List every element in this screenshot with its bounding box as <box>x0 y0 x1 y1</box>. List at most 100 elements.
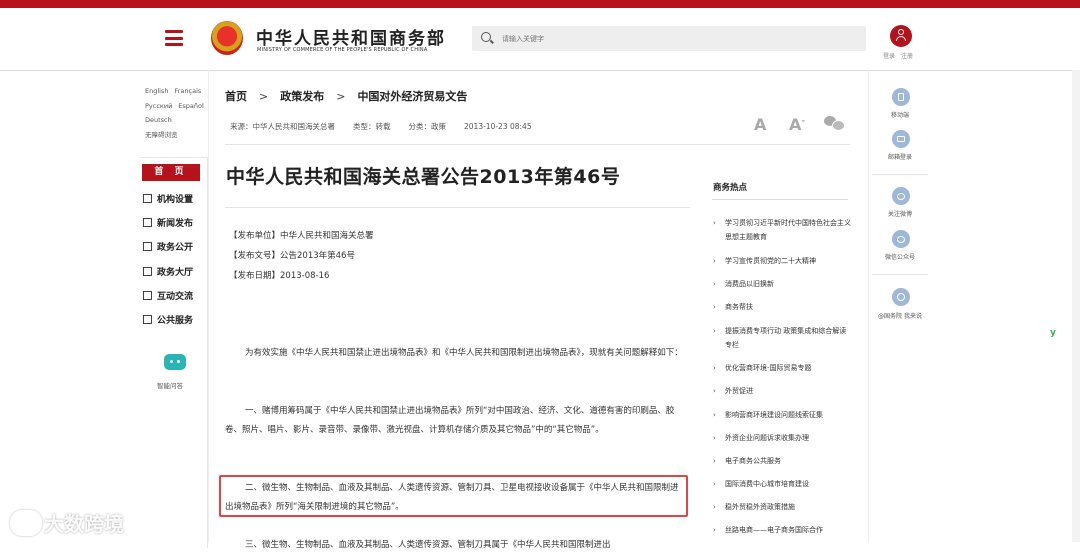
chevron-right-icon: › <box>713 526 716 534</box>
hot-item-label: 稳外贸稳外资政策措施 <box>725 503 795 511</box>
wechat-share-icon[interactable] <box>824 116 845 131</box>
breadcrumb-policy[interactable]: 政策发布 <box>280 90 324 103</box>
hot-item-label: 国际消费中心城市培育建设 <box>725 480 809 488</box>
hot-item-label: 外资企业问题诉求收集办理 <box>725 434 809 442</box>
publish-date: 【发布日期】2013-08-16 <box>229 271 330 281</box>
nav-label: 政务公开 <box>157 243 194 253</box>
search-icon[interactable] <box>481 32 491 42</box>
login-links: 登录 注册 <box>883 51 919 60</box>
font-decrease-button[interactable]: A- <box>789 115 805 134</box>
smart-qa-label[interactable]: 智能问答 <box>157 380 183 390</box>
menu-icon[interactable] <box>165 30 183 46</box>
service-icon <box>143 315 152 324</box>
nav-service-hall[interactable]: 政务大厅 <box>143 265 193 278</box>
chevron-right-icon: › <box>713 457 716 465</box>
hot-item-label: 影响营商环境建设问题线索征集 <box>725 411 823 419</box>
hot-item[interactable]: › 丝路电商——电子商务国际合作 <box>713 523 853 537</box>
site-logo-en: MINISTRY OF COMMERCE OF THE PEOPLE'S REP… <box>257 47 428 53</box>
nav-interaction[interactable]: 互动交流 <box>143 289 193 302</box>
top-red-bar <box>0 0 1080 8</box>
chevron-right-icon: › <box>713 387 716 395</box>
chevron-right-icon: > <box>259 90 269 103</box>
hot-item[interactable]: › 电子商务公共服务 <box>713 454 853 468</box>
hot-item[interactable]: › 提振消费专项行动 政策集成和综合解读专栏 <box>713 324 853 352</box>
weibo-icon[interactable] <box>892 187 910 205</box>
site-logo-cn[interactable]: 中华人民共和国商务部 <box>256 24 446 49</box>
lang-russian[interactable]: Русский <box>145 102 172 110</box>
ask-label[interactable]: @国务院 我来说 <box>870 311 930 320</box>
hot-item[interactable]: › 优化营商环境-国际贸易专题 <box>713 361 853 375</box>
nav-open-gov[interactable]: 政务公开 <box>143 240 193 253</box>
lang-spanish[interactable]: Español <box>178 102 204 110</box>
paragraph-3: 三、微生物、生物制品、血液及其制品、人类遗传资源、管制刀具属于《中华人民共和国限… <box>245 540 611 550</box>
divider <box>872 274 928 275</box>
assistant-y-icon[interactable]: y <box>1050 328 1056 338</box>
article-title: 中华人民共和国海关总署公告2013年第46号 <box>226 166 621 188</box>
site-header: 中华人民共和国商务部 MINISTRY OF COMMERCE OF THE P… <box>0 8 1080 71</box>
hall-icon <box>143 267 152 276</box>
breadcrumb-current[interactable]: 中国对外经济贸易文告 <box>357 90 467 103</box>
breadcrumb: 首页 > 政策发布 > 中国对外经济贸易文告 <box>225 88 467 104</box>
hot-item-label: 消费品以旧换新 <box>725 280 774 288</box>
hot-item[interactable]: › 外贸促进 <box>713 384 853 398</box>
nav-org[interactable]: 机构设置 <box>143 192 193 205</box>
nav-public-service[interactable]: 公共服务 <box>143 313 193 326</box>
chevron-right-icon: › <box>713 219 716 227</box>
paragraph-intro: 为有效实施《中华人民共和国禁止进出境物品表》和《中华人民共和国限制进出境物品表》… <box>245 348 683 358</box>
org-icon <box>143 194 152 203</box>
hot-item-label: 学习贯彻习近平新时代中国特色社会主义思想主题教育 <box>725 219 851 241</box>
chevron-right-icon: › <box>713 364 716 372</box>
watermark-text: 大数跨境 <box>44 512 124 536</box>
hot-item[interactable]: › 学习贯彻习近平新时代中国特色社会主义思想主题教育 <box>713 216 853 244</box>
hot-item[interactable]: › 外资企业问题诉求收集办理 <box>713 431 853 445</box>
chevron-right-icon: › <box>713 327 716 335</box>
font-increase-button[interactable]: A <box>754 115 766 134</box>
hot-item-label: 学习宣传贯彻党的二十大精神 <box>725 257 816 265</box>
doc-icon <box>143 242 152 251</box>
accessible-browse[interactable]: 无障碍浏览 <box>145 131 178 139</box>
lang-english[interactable]: English <box>145 87 168 95</box>
nav-home[interactable]: 首 页 <box>142 164 200 181</box>
mobile-icon[interactable] <box>892 88 910 106</box>
nav-news[interactable]: 新闻发布 <box>143 216 193 229</box>
meta-source: 来源：中华人民共和国海关总署 <box>230 122 335 131</box>
chevron-right-icon: › <box>713 480 716 488</box>
chevron-right-icon: › <box>713 303 716 311</box>
register-link[interactable]: 注册 <box>901 53 913 60</box>
user-icon[interactable] <box>890 25 912 47</box>
highlight-annotation <box>219 475 688 517</box>
login-link[interactable]: 登录 <box>883 53 895 60</box>
hot-item-label: 提振消费专项行动 政策集成和综合解读专栏 <box>725 327 847 349</box>
divider <box>712 199 848 200</box>
meta-type: 类型：转载 <box>353 122 391 131</box>
lang-german[interactable]: Deutsch <box>145 116 172 124</box>
chevron-right-icon: > <box>336 90 346 103</box>
divider <box>225 144 850 145</box>
mobile-label[interactable]: 移动端 <box>870 110 930 119</box>
hot-item[interactable]: › 学习宣传贯彻党的二十大精神 <box>713 254 853 268</box>
hot-item-label: 丝路电商——电子商务国际合作 <box>725 526 823 534</box>
chevron-right-icon: › <box>713 434 716 442</box>
hot-item-label: 电子商务公共服务 <box>725 457 781 465</box>
breadcrumb-home[interactable]: 首页 <box>225 90 247 103</box>
chevron-right-icon: › <box>713 257 716 265</box>
hot-item[interactable]: › 消费品以旧换新 <box>713 277 853 291</box>
search-input[interactable] <box>500 30 854 48</box>
weibo-label[interactable]: 关注微博 <box>870 209 930 218</box>
scrollbar[interactable] <box>1072 70 1080 542</box>
robot-icon[interactable] <box>164 354 186 370</box>
hot-item[interactable]: › 商务帮扶 <box>713 300 853 314</box>
chevron-right-icon: › <box>713 503 716 511</box>
wechat-label[interactable]: 微信公众号 <box>870 252 930 261</box>
lang-french[interactable]: Français <box>174 87 201 95</box>
hot-item[interactable]: › 国际消费中心城市培育建设 <box>713 477 853 491</box>
at-icon[interactable] <box>892 288 910 306</box>
mail-label[interactable]: 邮箱登录 <box>870 152 930 161</box>
chevron-right-icon: › <box>713 280 716 288</box>
chevron-right-icon: › <box>713 411 716 419</box>
hot-item[interactable]: › 影响营商环境建设问题线索征集 <box>713 408 853 422</box>
mail-icon[interactable] <box>892 130 910 148</box>
hot-item[interactable]: › 稳外贸稳外资政策措施 <box>713 500 853 514</box>
wechat-icon[interactable] <box>892 230 910 248</box>
language-links: English Français Русский Español Deutsch 无… <box>145 84 210 142</box>
